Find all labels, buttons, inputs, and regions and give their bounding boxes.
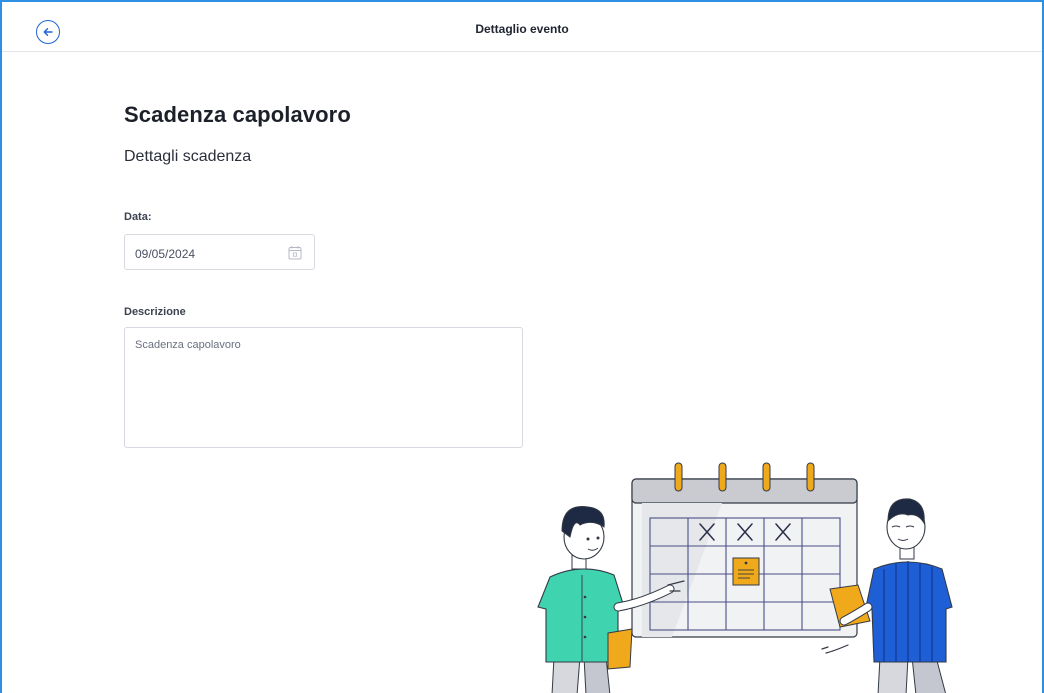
- date-label: Data:: [124, 211, 152, 223]
- page-title: Scadenza capolavoro: [124, 102, 351, 127]
- app-window: Dettaglio evento Scadenza capolavoro Det…: [0, 0, 1044, 693]
- section-subtitle: Dettagli scadenza: [124, 148, 252, 165]
- calendar-illustration: [537, 462, 953, 693]
- date-value: 09/05/2024: [135, 247, 196, 261]
- calendar-icon[interactable]: [288, 245, 302, 260]
- description-field[interactable]: Scadenza capolavoro: [124, 327, 523, 448]
- calendar-board: [631, 462, 858, 638]
- header-bar: Dettaglio evento: [2, 2, 1042, 52]
- description-label: Descrizione: [124, 306, 186, 318]
- header-title: Dettaglio evento: [475, 22, 569, 36]
- description-value: Scadenza capolavoro: [135, 339, 241, 351]
- date-field[interactable]: 09/05/2024: [124, 234, 315, 270]
